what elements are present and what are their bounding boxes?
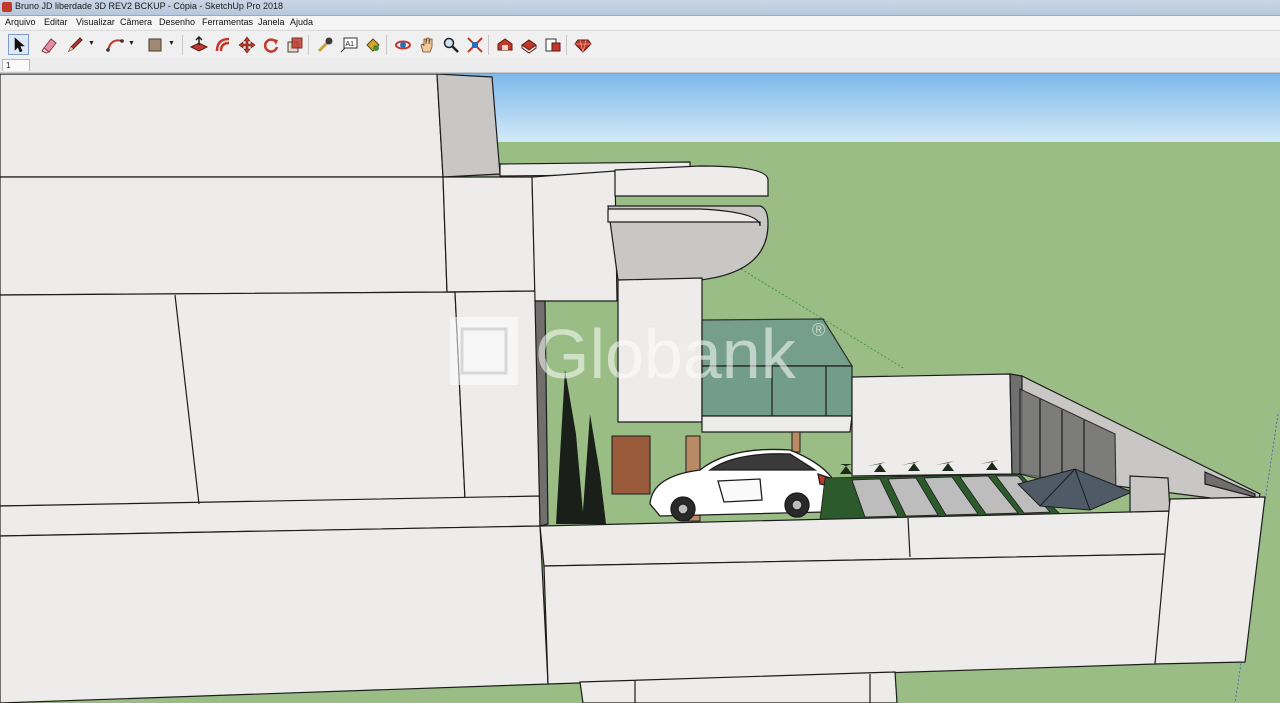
tape-measure-tool-button[interactable] — [314, 34, 335, 55]
toolbar-separator — [566, 35, 567, 55]
line-tool-dropdown-icon[interactable]: ▼ — [88, 40, 95, 48]
arc-icon — [105, 38, 124, 52]
zoom-tool-button[interactable] — [440, 34, 461, 55]
menu-camera[interactable]: Câmera — [120, 17, 152, 27]
garden-paving — [819, 473, 1061, 521]
rotate-tool-button[interactable] — [260, 34, 281, 55]
offset-tool-button[interactable] — [212, 34, 233, 55]
text-tool-glyph: A1 — [345, 41, 354, 48]
paint-bucket-icon — [365, 37, 380, 52]
orbit-tool-button[interactable] — [392, 34, 413, 55]
rotate-icon — [263, 37, 278, 53]
toolbar-separator — [182, 35, 183, 55]
extension-manager-button[interactable] — [572, 34, 593, 55]
scene-tabs-bar: 1 — [0, 58, 1280, 73]
menu-desenho[interactable]: Desenho — [159, 17, 195, 27]
scene-tab-1[interactable]: 1 — [2, 59, 30, 71]
pan-tool-button[interactable] — [416, 34, 437, 55]
paint-bucket-tool-button[interactable] — [362, 34, 383, 55]
text-tool-button[interactable]: A1 — [338, 34, 359, 55]
watermark-registered-mark: ® — [812, 320, 825, 340]
rectangle-tool-button[interactable] — [144, 34, 165, 55]
offset-icon — [215, 37, 229, 51]
toolbar-separator — [386, 35, 387, 55]
zoom-extents-icon — [466, 36, 483, 53]
arrow-cursor-icon — [14, 36, 25, 52]
scale-icon — [287, 37, 302, 52]
warehouse-icon — [497, 37, 512, 50]
ruby-gem-icon — [573, 39, 592, 53]
menu-visualizar[interactable]: Visualizar — [76, 17, 115, 27]
menu-bar: Arquivo Editar Visualizar Câmera Desenho… — [0, 16, 1280, 29]
extension-warehouse-button[interactable] — [518, 34, 539, 55]
wood-post-2 — [791, 431, 801, 453]
eraser-icon — [40, 37, 57, 54]
menu-ferramentas[interactable]: Ferramentas — [202, 17, 253, 27]
toolbar-separator — [308, 35, 309, 55]
select-tool-button[interactable] — [8, 34, 29, 55]
menu-janela[interactable]: Janela — [258, 17, 285, 27]
arc-tool-button[interactable] — [104, 34, 125, 55]
toolbar-separator — [488, 35, 489, 55]
main-toolbar: ▼ ▼ ▼ A1 — [0, 30, 1280, 60]
menu-ajuda[interactable]: Ajuda — [290, 17, 313, 27]
scale-tool-button[interactable] — [284, 34, 305, 55]
move-tool-button[interactable] — [236, 34, 257, 55]
globank-watermark: Globank ® — [450, 315, 825, 393]
pencil-icon — [67, 36, 83, 52]
zoom-extents-tool-button[interactable] — [464, 34, 485, 55]
rectangle-tool-dropdown-icon[interactable]: ▼ — [168, 40, 175, 48]
push-pull-icon — [189, 35, 208, 52]
layout-send-button[interactable] — [542, 34, 563, 55]
rectangle-icon — [148, 38, 161, 51]
hand-icon — [420, 37, 432, 52]
window-title: Bruno JD liberdade 3D REV2 BCKUP - Cópia… — [15, 1, 283, 11]
brick-column — [611, 435, 651, 495]
menu-editar[interactable]: Editar — [44, 17, 68, 27]
magnifier-icon — [443, 37, 459, 53]
orbit-icon — [394, 40, 411, 49]
arc-tool-dropdown-icon[interactable]: ▼ — [128, 40, 135, 48]
text-icon: A1 — [340, 37, 357, 52]
line-tool-button[interactable] — [64, 34, 85, 55]
watermark-text: Globank — [535, 315, 797, 393]
title-bar: Bruno JD liberdade 3D REV2 BCKUP - Cópia… — [0, 0, 1280, 16]
eraser-tool-button[interactable] — [38, 34, 59, 55]
push-pull-tool-button[interactable] — [188, 34, 209, 55]
model-scene: Globank ® — [0, 74, 1280, 703]
extension-warehouse-icon — [520, 38, 537, 54]
tape-measure-icon — [317, 37, 332, 52]
3d-viewport[interactable]: Globank ® — [0, 73, 1280, 703]
3d-warehouse-button[interactable] — [494, 34, 515, 55]
sketchup-icon[interactable] — [2, 2, 12, 12]
layout-icon — [545, 38, 560, 51]
left-building — [0, 74, 549, 703]
menu-arquivo[interactable]: Arquivo — [5, 17, 36, 27]
move-icon — [238, 36, 255, 53]
